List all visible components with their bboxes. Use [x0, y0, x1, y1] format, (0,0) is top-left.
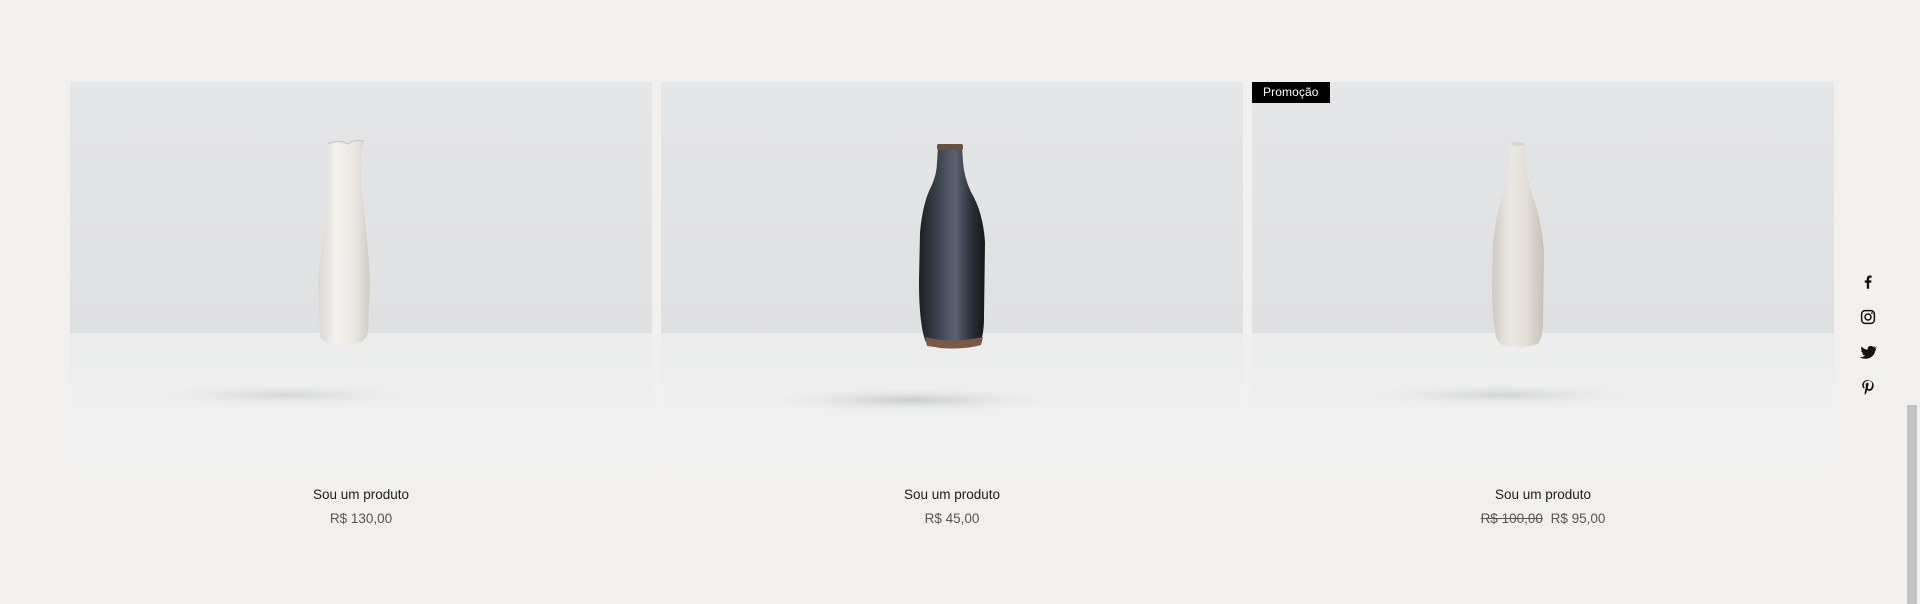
product-image[interactable] — [70, 82, 652, 469]
product-card[interactable]: Promoção Sou um produto R$ 100,00 R$ 95,… — [1252, 82, 1834, 528]
product-card[interactable]: Sou um produto R$ 45,00 — [661, 82, 1243, 528]
product-price: R$ 95,00 — [1550, 511, 1606, 526]
product-card[interactable]: Sou um produto R$ 130,00 — [70, 82, 652, 528]
product-name[interactable]: Sou um produto — [661, 486, 1243, 504]
product-price: R$ 130,00 — [329, 511, 393, 526]
product-image[interactable]: Promoção — [1252, 82, 1834, 469]
product-info: Sou um produto R$ 130,00 — [70, 469, 652, 528]
product-image[interactable] — [661, 82, 1243, 469]
product-gallery: Sou um produto R$ 130,00 Sou um produto … — [70, 82, 1834, 528]
white-pitcher-vase-image — [145, 139, 425, 407]
product-info: Sou um produto R$ 100,00 R$ 95,00 — [1252, 469, 1834, 528]
product-price-row: R$ 130,00 — [70, 510, 652, 528]
product-name[interactable]: Sou um produto — [70, 486, 652, 504]
scrollbar-thumb[interactable] — [1907, 405, 1917, 604]
product-price-row: R$ 45,00 — [661, 510, 1243, 528]
product-name[interactable]: Sou um produto — [1252, 486, 1834, 504]
product-price-row: R$ 100,00 R$ 95,00 — [1252, 510, 1834, 528]
original-price: R$ 100,00 — [1480, 511, 1543, 526]
white-bottle-image — [1352, 142, 1652, 407]
instagram-icon[interactable] — [1859, 308, 1877, 326]
product-price: R$ 45,00 — [924, 511, 980, 526]
pinterest-icon[interactable] — [1859, 378, 1877, 396]
facebook-icon[interactable] — [1859, 273, 1877, 291]
product-info: Sou um produto R$ 45,00 — [661, 469, 1243, 528]
twitter-icon[interactable] — [1859, 343, 1877, 361]
sale-badge: Promoção — [1252, 82, 1330, 103]
social-bar — [1858, 273, 1878, 396]
product-gallery-page: Sou um produto R$ 130,00 Sou um produto … — [0, 0, 1920, 604]
dark-glazed-bottle-image — [761, 144, 1061, 413]
